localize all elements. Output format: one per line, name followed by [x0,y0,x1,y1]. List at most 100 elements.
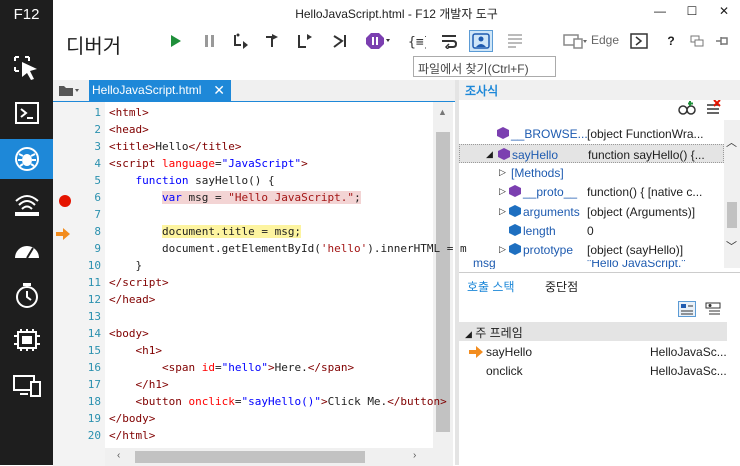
target-icon[interactable] [561,30,589,52]
dom-explorer-icon[interactable] [0,48,53,88]
line-number[interactable]: 2 [83,123,101,136]
show-frames-icon[interactable] [678,301,696,320]
frame-location: HelloJavaSc... [650,345,727,359]
close-tab-icon[interactable]: ✕ [213,82,225,99]
step-out-icon[interactable] [293,30,317,52]
line-number[interactable]: 7 [83,208,101,221]
line-number[interactable]: 5 [83,174,101,187]
line-number[interactable]: 15 [83,344,101,357]
code-line: document.getElementById('hello').innerHT… [109,242,467,255]
help-button[interactable]: ? [659,30,683,52]
tab-call-stack[interactable]: 호출 스택 [467,278,515,295]
close-window-button[interactable]: ✕ [709,0,739,22]
line-number[interactable]: 6 [83,191,101,204]
line-number[interactable]: 9 [83,242,101,255]
watch-value: function sayHello() {... [588,148,705,162]
line-number[interactable]: 11 [83,276,101,289]
just-my-code-icon[interactable] [469,30,493,52]
line-number[interactable]: 19 [83,412,101,425]
delete-all-watches-icon[interactable] [704,99,722,119]
expand-icon[interactable]: ▷ [499,206,506,217]
debugger-icon[interactable] [0,139,53,179]
frame-name: sayHello [486,345,533,359]
pin-icon[interactable] [710,30,734,52]
continue-icon[interactable] [164,30,188,52]
find-in-files-input[interactable]: 파일에서 찾기(Ctrl+F) [413,56,556,77]
collapse-icon[interactable]: ◢ [465,329,472,339]
watch-row[interactable]: __BROWSE... [object FunctionWra... [459,124,724,143]
scroll-down-icon[interactable]: ﹀ [726,238,737,254]
line-number[interactable]: 12 [83,293,101,306]
collapse-icon[interactable]: ◢ [486,149,493,160]
editor-vertical-scrollbar[interactable]: ▲ [433,102,453,466]
tab-label: HelloJavaScript.html [92,83,202,97]
scroll-left-icon[interactable]: ‹ [117,450,120,461]
emulation-icon[interactable] [0,320,53,360]
add-watch-icon[interactable] [678,100,696,119]
tool-rail: F12 [0,0,53,465]
watch-scrollbar[interactable]: ︿ ﹀ [724,120,740,268]
maximize-button[interactable]: ☐ [677,0,707,22]
source-maps-icon[interactable] [503,30,527,52]
scroll-up-icon[interactable]: ︿ [726,134,737,150]
stack-frame-row[interactable]: sayHello HelloJavaSc... [459,342,727,361]
line-number[interactable]: 14 [83,327,101,340]
memory-icon[interactable] [0,276,53,316]
line-number[interactable]: 16 [83,361,101,374]
undock-icon[interactable] [685,30,709,52]
line-number[interactable]: 13 [83,310,101,323]
step-over-icon[interactable] [261,30,285,52]
step-into-icon[interactable] [230,30,254,52]
code-line: } [109,259,143,272]
console-drawer-icon[interactable] [627,30,651,52]
exception-behavior-icon[interactable] [366,30,390,52]
line-number[interactable]: 18 [83,395,101,408]
frames-group-header[interactable]: ◢ 주 프레임 [459,322,727,341]
editor-horizontal-thumb[interactable] [135,451,365,463]
experiments-icon[interactable] [0,366,53,406]
frame-location: HelloJavaSc... [650,364,727,378]
target-label[interactable]: Edge [591,33,619,47]
watch-row[interactable]: length 0 [459,221,724,240]
minimize-button[interactable]: — [645,0,675,22]
watch-row-partial[interactable]: msg "Hello JavaScript." [459,260,724,269]
breakpoint-icon[interactable] [59,195,71,207]
open-document-icon[interactable] [58,83,80,100]
expand-icon[interactable]: ▷ [499,167,506,178]
break-new-worker-icon[interactable] [329,30,353,52]
expand-icon[interactable]: ▷ [499,244,506,255]
tab-breakpoints[interactable]: 중단점 [545,278,578,295]
show-library-code-icon[interactable] [704,301,722,320]
line-number[interactable]: 10 [83,259,101,272]
line-number[interactable]: 1 [83,106,101,119]
line-number[interactable]: 8 [83,225,101,238]
watch-scroll-thumb[interactable] [727,202,737,228]
line-number[interactable]: 4 [83,157,101,170]
line-number[interactable]: 20 [83,429,101,442]
expand-icon[interactable]: ▷ [499,186,506,197]
editor-vertical-thumb[interactable] [436,132,450,432]
tab-hellojavascript[interactable]: HelloJavaScript.html ✕ [89,80,231,101]
code-line: <h1> [135,344,163,357]
bottom-tabs: 호출 스택 중단점 [459,272,740,298]
line-number[interactable]: 3 [83,140,101,153]
stack-frame-row[interactable]: onclick HelloJavaSc... [459,361,727,380]
watch-row[interactable]: ▷ [Methods] [459,163,724,182]
word-wrap-icon[interactable] [437,30,461,52]
pause-icon[interactable] [198,30,222,52]
watch-row-selected[interactable]: ◢ sayHello function sayHello() {... [459,144,724,163]
scroll-up-icon[interactable]: ▲ [438,107,447,117]
gutter[interactable]: 1 2 3 4 5 6 7 8 9 10 11 12 13 14 15 16 17 18 19 20 [53,102,105,466]
code-editor[interactable]: 1 2 3 4 5 6 7 8 9 10 11 12 13 14 15 16 17 18 19 20 ▲ ‹ › <h… [53,101,467,466]
console-icon[interactable] [0,93,53,133]
pretty-print-icon[interactable]: {≡} [405,30,429,52]
scroll-right-icon[interactable]: › [413,450,416,461]
watch-row[interactable]: ▷ arguments [object (Arguments)] [459,202,724,221]
watch-row[interactable]: ▷ __proto__ function() { [native c... [459,182,724,201]
watch-row[interactable]: ▷ prototype [object (sayHello)] [459,240,724,259]
editor-horizontal-scrollbar[interactable]: ‹ › [105,448,433,466]
watch-value: [object FunctionWra... [587,127,704,141]
line-number[interactable]: 17 [83,378,101,391]
performance-icon[interactable] [0,230,53,270]
network-icon[interactable] [0,185,53,225]
